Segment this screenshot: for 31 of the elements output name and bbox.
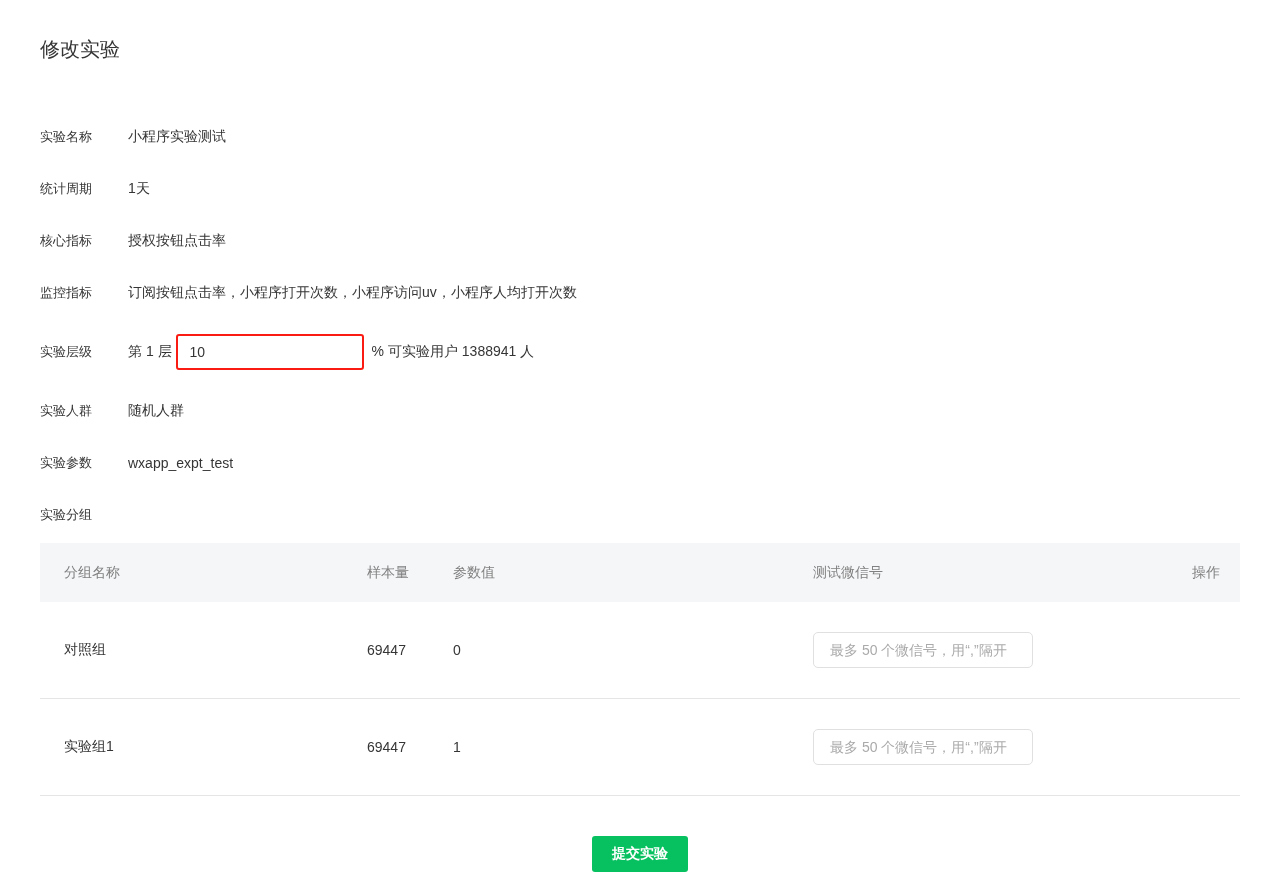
table-cell-text: 1 (453, 739, 462, 755)
table-cell-text: 实验组1 (63, 738, 115, 756)
column-header: 操作 (1191, 563, 1221, 582)
field-label: 核心指标 (40, 232, 93, 250)
field-label: 统计周期 (40, 180, 93, 198)
wechat-id-input[interactable]: 最多 50 个微信号，用“,”隔开 (813, 729, 1033, 765)
layer-prefix: 第 1 层 (128, 343, 172, 361)
column-header: 分组名称 (63, 563, 121, 582)
field-label: 实验参数 (40, 454, 93, 472)
column-header: 样本量 (367, 563, 410, 582)
field-label: 监控指标 (40, 284, 93, 302)
table-cell-text: 对照组 (63, 641, 107, 659)
layer-suffix: % 可实验用户 1388941 人 (371, 343, 535, 361)
wechat-id-input[interactable]: 最多 50 个微信号，用“,”隔开 (813, 632, 1033, 668)
field-value: 授权按钮点击率 (128, 232, 226, 250)
table-cell-text: 0 (453, 642, 462, 658)
field-value: 订阅按钮点击率，小程序打开次数，小程序访问uv，小程序人均打开次数 (128, 284, 577, 302)
field-value: 随机人群 (128, 402, 184, 420)
field-label: 实验层级 (40, 343, 93, 361)
table-cell-text: 69447 (367, 739, 407, 755)
field-label: 实验分组 (40, 506, 93, 524)
column-header: 测试微信号 (813, 563, 884, 582)
table-cell-text: 69447 (367, 642, 407, 658)
field-label: 实验名称 (40, 128, 93, 146)
field-value: wxapp_expt_test (128, 455, 234, 471)
field-label: 实验人群 (40, 402, 93, 420)
column-header: 参数值 (453, 563, 496, 582)
page-title: 修改实验 (40, 37, 121, 62)
percentage-input[interactable]: 10 (175, 334, 364, 370)
field-value: 1天 (128, 180, 150, 198)
field-value: 小程序实验测试 (128, 128, 226, 146)
